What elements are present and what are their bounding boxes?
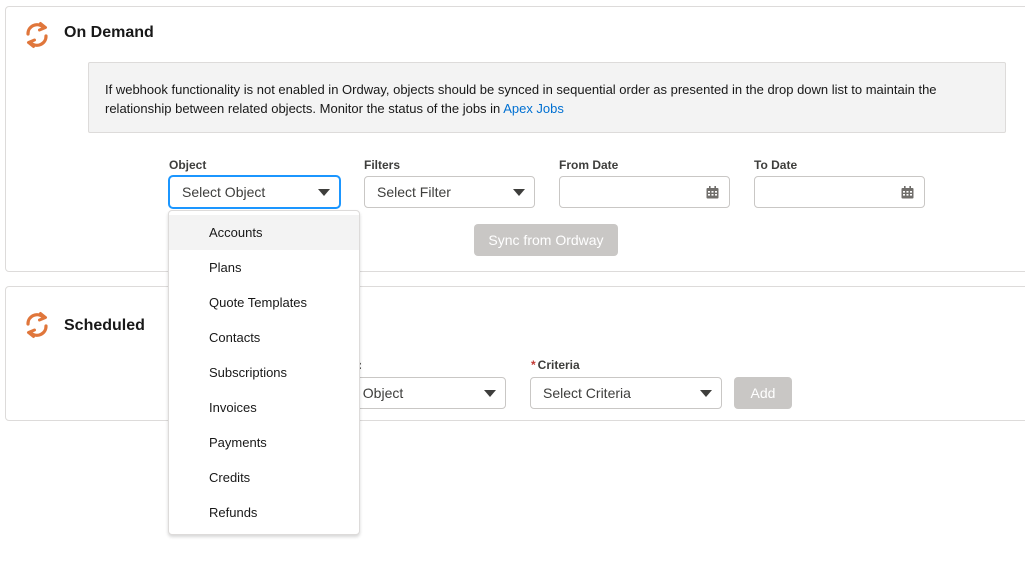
chevron-down-icon (484, 390, 496, 397)
object-dropdown-menu: Accounts Plans Quote Templates Contacts … (168, 210, 360, 535)
criteria-select[interactable]: Select Criteria (530, 377, 722, 409)
card-title-scheduled: Scheduled (64, 317, 145, 334)
from-date-label: From Date (559, 158, 619, 172)
sync-from-ordway-button[interactable]: Sync from Ordway (474, 224, 618, 256)
criteria-label-text: Criteria (537, 358, 580, 372)
dropdown-option-contacts[interactable]: Contacts (169, 320, 359, 355)
dropdown-option-subscriptions[interactable]: Subscriptions (169, 355, 359, 390)
filter-select[interactable]: Select Filter (364, 176, 535, 208)
filter-select-value: Select Filter (377, 184, 451, 200)
apex-jobs-link[interactable]: Apex Jobs (503, 101, 564, 116)
dropdown-option-payments[interactable]: Payments (169, 425, 359, 460)
to-date-label: To Date (754, 158, 798, 172)
dropdown-option-quote-templates[interactable]: Quote Templates (169, 285, 359, 320)
required-indicator: * (531, 358, 536, 372)
from-date-input[interactable] (559, 176, 730, 208)
dropdown-option-credits[interactable]: Credits (169, 460, 359, 495)
object-select-value: Select Object (182, 184, 266, 200)
to-date-input[interactable] (754, 176, 925, 208)
chevron-down-icon (513, 189, 525, 196)
filters-label: Filters (364, 158, 401, 172)
sync-icon (26, 312, 48, 338)
calendar-icon[interactable] (706, 186, 719, 199)
card-title-on-demand: On Demand (64, 24, 154, 41)
info-message: If webhook functionality is not enabled … (88, 62, 1006, 133)
dropdown-option-accounts[interactable]: Accounts (169, 215, 359, 250)
scheduled-object-select-value: t Object (355, 385, 404, 401)
add-button[interactable]: Add (734, 377, 792, 409)
dropdown-option-plans[interactable]: Plans (169, 250, 359, 285)
criteria-select-value: Select Criteria (543, 385, 631, 401)
chevron-down-icon (700, 390, 712, 397)
on-demand-card: On Demand If webhook functionality is no… (5, 6, 1025, 272)
dropdown-option-refunds[interactable]: Refunds (169, 495, 359, 530)
scheduled-card: Scheduled : t Object * Criteria Select Cr… (5, 286, 1025, 421)
object-label: Object (169, 158, 207, 172)
sync-icon (26, 22, 48, 48)
object-select[interactable]: Select Object (169, 176, 340, 208)
chevron-down-icon (318, 189, 330, 196)
dropdown-option-invoices[interactable]: Invoices (169, 390, 359, 425)
criteria-label: * Criteria (531, 358, 580, 372)
calendar-icon[interactable] (901, 186, 914, 199)
scheduled-object-select[interactable]: t Object (336, 377, 506, 409)
